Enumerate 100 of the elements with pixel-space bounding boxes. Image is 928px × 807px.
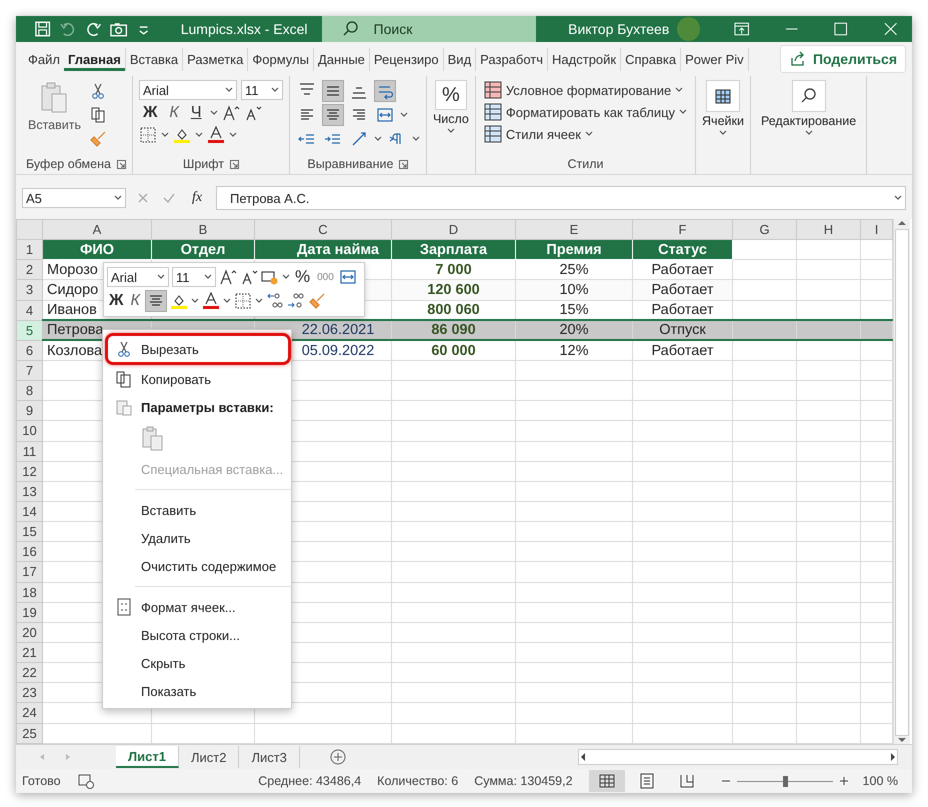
add-sheet-icon[interactable] (330, 749, 346, 765)
menu-item[interactable]: Вырезать (105, 333, 291, 365)
scroll-up-icon[interactable] (897, 219, 907, 227)
copy-icon[interactable] (89, 106, 107, 124)
formula-field[interactable]: Петрова А.С. (216, 186, 906, 210)
row-header[interactable]: 13 (16, 481, 42, 502)
ribbon-tab[interactable]: Вставка (126, 48, 184, 70)
menu-item[interactable]: Удалить (103, 524, 291, 552)
editing-label[interactable]: Редактирование (760, 114, 856, 128)
ribbon-display-icon[interactable] (734, 22, 750, 36)
find-button[interactable] (792, 80, 826, 112)
share-button[interactable]: Поделиться (780, 45, 906, 73)
borders-icon[interactable] (138, 126, 157, 144)
styles-menu-button[interactable]: Условное форматирование (482, 80, 690, 100)
horizontal-scrollbar[interactable] (578, 749, 898, 765)
row-header[interactable]: 5 (16, 320, 42, 340)
accessibility-icon[interactable] (76, 772, 95, 790)
name-box[interactable]: A5 (22, 188, 126, 208)
ribbon-tab[interactable]: Данные (314, 48, 370, 70)
italic-button[interactable]: К (165, 104, 183, 122)
ribbon-tab[interactable]: Разметка (183, 48, 248, 70)
font-size-field[interactable]: 11 (240, 80, 283, 100)
styles-menu-button[interactable]: Стили ячеек (482, 124, 690, 144)
row-header[interactable]: 4 (16, 300, 42, 320)
bold-button[interactable]: Ж (138, 104, 162, 122)
ribbon-tab[interactable]: Разработч (476, 48, 548, 70)
decrease-decimal-icon[interactable] (266, 292, 284, 310)
number-label[interactable]: Число (432, 112, 469, 126)
cells-label[interactable]: Ячейки (702, 114, 744, 128)
row-header[interactable]: 24 (16, 702, 42, 724)
column-header[interactable]: E (516, 220, 632, 240)
percent-button[interactable]: % (293, 267, 312, 287)
sheet-tab[interactable]: Лист1 (116, 746, 179, 768)
row-header[interactable]: 18 (16, 582, 42, 602)
increase-font-icon[interactable] (219, 268, 237, 286)
menu-item[interactable]: Копировать (103, 365, 291, 393)
row-header[interactable]: 3 (16, 280, 42, 300)
column-header[interactable]: C (254, 220, 392, 240)
thousands-separator-button[interactable]: 000 (315, 272, 336, 282)
vertical-scrollbar[interactable] (893, 219, 910, 744)
column-header[interactable]: I (860, 220, 892, 240)
font-name-field[interactable]: Arial (138, 80, 237, 100)
column-header[interactable]: F (632, 220, 732, 240)
menu-item[interactable]: Вставить (103, 496, 291, 524)
format-painter-icon[interactable] (89, 130, 107, 148)
ribbon-tab[interactable]: Рецензиро (370, 48, 444, 70)
row-header[interactable]: 19 (16, 602, 42, 622)
font-color-icon[interactable] (206, 126, 225, 144)
column-header[interactable]: D (392, 220, 516, 240)
row-header[interactable]: 7 (16, 360, 42, 381)
increase-font-icon[interactable] (222, 104, 240, 122)
sheet-tab[interactable]: Лист3 (239, 746, 300, 768)
row-header[interactable]: 25 (16, 723, 42, 744)
scroll-left-icon[interactable] (579, 752, 587, 762)
center-align-button[interactable] (144, 290, 167, 312)
ribbon-tab[interactable]: Вид (444, 48, 476, 70)
row-header[interactable]: 15 (16, 522, 42, 542)
alignment-button[interactable] (374, 80, 396, 102)
camera-icon[interactable] (110, 20, 128, 38)
dialog-launcher-icon[interactable] (116, 160, 126, 168)
column-header[interactable]: B (152, 220, 254, 240)
row-header[interactable]: 12 (16, 461, 42, 482)
zoom-in-icon[interactable] (838, 776, 849, 786)
sheet-tab[interactable]: Лист2 (178, 746, 240, 768)
ribbon-tab[interactable]: Главная (64, 48, 126, 70)
row-header[interactable]: 16 (16, 542, 42, 562)
row-header[interactable]: 22 (16, 662, 42, 683)
font-name-field[interactable]: Arial (107, 267, 169, 287)
row-header[interactable]: 20 (16, 622, 42, 642)
row-header[interactable]: 2 (16, 260, 42, 280)
ribbon-tab[interactable]: Справка (621, 48, 682, 70)
column-header[interactable]: H (796, 220, 860, 240)
row-header[interactable]: 21 (16, 642, 42, 663)
styles-menu-button[interactable]: Форматировать как таблицу (482, 102, 690, 122)
row-header[interactable]: 6 (16, 340, 42, 360)
alignment-button[interactable] (322, 104, 344, 126)
menu-item[interactable]: Высота строки... (103, 621, 291, 649)
close-icon[interactable] (882, 22, 898, 36)
row-header[interactable]: 23 (16, 682, 42, 703)
font-color-icon[interactable] (202, 292, 220, 310)
ribbon-tab[interactable]: Файл (24, 48, 64, 70)
view-button[interactable] (588, 770, 625, 792)
zoom-slider-thumb[interactable] (782, 776, 788, 786)
menu-item[interactable]: Скрыть (103, 649, 291, 677)
menu-item[interactable]: Формат ячеек... (103, 593, 291, 621)
zoom-level[interactable]: 100 % (862, 774, 898, 788)
ribbon-tab[interactable]: Power Piv (681, 48, 749, 70)
column-header[interactable]: G (732, 220, 796, 240)
maximize-icon[interactable] (833, 22, 849, 36)
column-header[interactable]: A (42, 220, 152, 240)
row-header[interactable]: 17 (16, 562, 42, 582)
insert-function-button[interactable]: fx (186, 190, 208, 206)
scroll-right-icon[interactable] (889, 752, 897, 762)
row-header[interactable]: 10 (16, 420, 42, 442)
menu-item[interactable]: Очистить содержимое (103, 552, 291, 580)
redo-icon[interactable] (84, 20, 102, 38)
underline-button[interactable]: Ч (186, 104, 206, 122)
increase-decimal-icon[interactable] (286, 292, 305, 310)
cells-button[interactable] (706, 80, 740, 112)
ribbon-tab[interactable]: Формулы (248, 48, 314, 70)
